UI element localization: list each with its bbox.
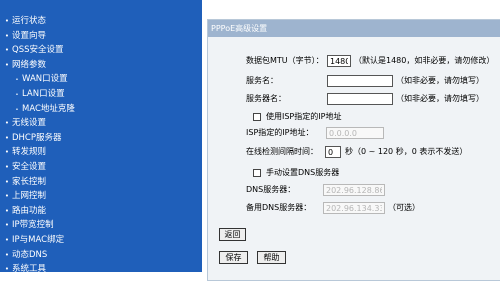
sidebar-item-label: IP带宽控制 xyxy=(12,220,54,231)
bullet-icon: • xyxy=(4,265,10,274)
interval-label: 在线检测间隔时间： xyxy=(246,147,318,156)
bullet-icon: • xyxy=(4,133,10,142)
sidebar-item-label: DHCP服务器 xyxy=(12,132,62,143)
sidebar-item-label: MAC地址克隆 xyxy=(22,103,75,114)
mtu-input[interactable] xyxy=(327,55,351,67)
bullet-icon: • xyxy=(4,163,10,171)
bullet-icon: • xyxy=(4,60,10,69)
bullet-icon: • xyxy=(4,31,10,40)
server-name-input[interactable] xyxy=(327,93,393,105)
sidebar-item[interactable]: • 上网控制 xyxy=(2,189,46,203)
interval-input[interactable] xyxy=(325,146,341,158)
sidebar-item-label: 无线设置 xyxy=(12,118,47,129)
sidebar-item-label: LAN口设置 xyxy=(22,89,65,99)
sidebar-item[interactable]: • MAC地址克隆 xyxy=(12,102,75,116)
sidebar-item-label: 运行状态 xyxy=(12,16,47,26)
sidebar-item-label: 设置向导 xyxy=(12,30,47,41)
sidebar-item[interactable]: • QSS安全设置 xyxy=(2,43,64,57)
bullet-icon: • xyxy=(4,46,10,55)
sidebar-item[interactable]: • WAN口设置 xyxy=(12,72,68,86)
sidebar-item[interactable]: • 网络参数 xyxy=(2,58,46,72)
sidebar-item[interactable]: • 动态DNS xyxy=(2,248,47,262)
sidebar-item[interactable]: • 系统工具 xyxy=(2,262,46,276)
secondary-dns-input[interactable] xyxy=(323,202,385,214)
sidebar-item-label: 家长控制 xyxy=(12,176,47,187)
sidebar-item-label: 网络参数 xyxy=(12,59,47,70)
pppoe-advanced-panel: PPPoE高级设置 数据包MTU（字节）： （默认是1480，如非必要，请勿修改… xyxy=(207,19,500,281)
manual-dns-label: 手动设置DNS服务器 xyxy=(266,168,340,177)
bullet-icon: • xyxy=(4,148,10,157)
secondary-dns-label: 备用DNS服务器： xyxy=(246,203,312,212)
sidebar-item[interactable]: • 运行状态 xyxy=(2,14,46,28)
isp-ip-input[interactable] xyxy=(326,127,384,139)
bullet-icon: • xyxy=(4,250,10,259)
manual-dns-checkbox[interactable] xyxy=(253,169,261,177)
sidebar-item[interactable]: • 安全设置 xyxy=(2,160,46,174)
help-button[interactable]: 帮助 xyxy=(257,251,286,264)
sidebar-item-label: 安全设置 xyxy=(12,162,47,172)
bullet-icon: • xyxy=(4,192,10,201)
primary-dns-input[interactable] xyxy=(323,184,385,196)
bullet-icon: • xyxy=(4,17,10,25)
sidebar-item[interactable]: • IP与MAC绑定 xyxy=(2,233,64,247)
sidebar-item-label: 转发规则 xyxy=(12,147,47,158)
primary-dns-label: DNS服务器： xyxy=(246,185,296,194)
bullet-icon: • xyxy=(4,206,10,215)
bullet-icon: • xyxy=(4,177,10,186)
sidebar-item[interactable]: • 路由功能 xyxy=(2,204,46,218)
use-isp-ip-checkbox[interactable] xyxy=(253,113,261,121)
bullet-icon: • xyxy=(4,236,10,244)
server-name-label: 服务器名： xyxy=(246,94,286,103)
bullet-icon: • xyxy=(4,221,10,230)
sidebar-item[interactable]: • 转发规则 xyxy=(2,145,46,159)
sidebar-item[interactable]: • IP带宽控制 xyxy=(2,218,54,232)
mtu-hint: （默认是1480，如非必要，请勿修改） xyxy=(354,56,495,65)
use-isp-ip-label: 使用ISP指定的IP地址 xyxy=(266,112,342,121)
server-name-hint: （如非必要，请勿填写） xyxy=(396,94,484,103)
sidebar-item[interactable]: • LAN口设置 xyxy=(12,87,65,101)
isp-ip-label: ISP指定的IP地址： xyxy=(246,128,314,137)
sidebar-item-label: QSS安全设置 xyxy=(12,45,64,56)
service-name-label: 服务名： xyxy=(246,76,278,85)
back-button[interactable]: 返回 xyxy=(219,228,246,241)
panel-title: PPPoE高级设置 xyxy=(208,20,500,37)
interval-hint: 秒（0 ~ 120 秒，0 表示不发送） xyxy=(345,147,468,156)
main-content: PPPoE高级设置 数据包MTU（字节）： （默认是1480，如非必要，请勿修改… xyxy=(202,0,500,281)
sidebar-item-label: 动态DNS xyxy=(12,249,48,260)
bullet-icon: • xyxy=(15,106,19,113)
sidebar-item-label: WAN口设置 xyxy=(22,74,68,85)
sidebar-item[interactable]: • 家长控制 xyxy=(2,175,46,189)
sidebar-item-label: IP与MAC绑定 xyxy=(12,235,65,245)
sidebar-item-label: 上网控制 xyxy=(12,191,47,202)
bullet-icon: • xyxy=(4,119,10,128)
sidebar-item-label: 系统工具 xyxy=(12,264,47,275)
mtu-label: 数据包MTU（字节）： xyxy=(246,56,324,65)
sidebar-item-label: 路由功能 xyxy=(12,205,47,216)
sidebar-item[interactable]: • DHCP服务器 xyxy=(2,131,62,145)
service-name-input[interactable] xyxy=(327,75,393,87)
sidebar-item[interactable]: • 设置向导 xyxy=(2,29,46,43)
secondary-dns-hint: （可选） xyxy=(388,203,420,212)
sidebar-item[interactable]: • 无线设置 xyxy=(2,116,46,130)
sidebar: • 运行状态 • 设置向导 • QSS安全设置 • 网络参数 • WAN口设置 • LAN口设置 • MA… xyxy=(0,0,202,274)
save-button[interactable]: 保存 xyxy=(219,251,248,264)
bullet-icon: • xyxy=(15,92,19,98)
service-name-hint: （如非必要，请勿填写） xyxy=(396,76,484,85)
bullet-icon: • xyxy=(15,77,19,84)
